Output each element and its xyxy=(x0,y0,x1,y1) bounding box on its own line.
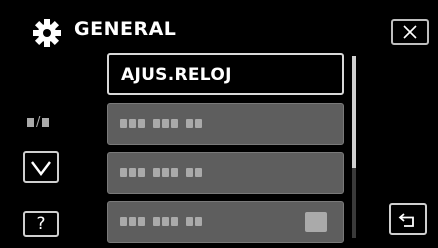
menu-item[interactable] xyxy=(107,152,344,194)
menu-screen: GENERAL AJUS.RELOJ / ? xyxy=(0,0,438,248)
obscured-label xyxy=(120,217,204,226)
menu-item[interactable] xyxy=(107,201,344,243)
scroll-down-button[interactable] xyxy=(23,151,59,183)
return-button[interactable] xyxy=(389,203,427,235)
menu-item-label: AJUS.RELOJ xyxy=(121,65,232,85)
obscured-label xyxy=(120,168,204,177)
scrollbar-thumb[interactable] xyxy=(352,56,356,168)
menu-item[interactable] xyxy=(107,103,344,145)
chevron-down-icon xyxy=(31,161,51,176)
page-indicator: / xyxy=(27,116,50,129)
header: GENERAL xyxy=(0,0,438,52)
gear-icon xyxy=(33,19,61,47)
page-title: GENERAL xyxy=(74,18,177,40)
obscured-label xyxy=(120,119,204,128)
close-button[interactable] xyxy=(391,19,429,45)
help-button[interactable]: ? xyxy=(23,211,59,237)
return-icon xyxy=(398,213,414,227)
close-icon xyxy=(403,25,417,39)
item-status-icon xyxy=(305,212,327,232)
menu-item-ajus-reloj[interactable]: AJUS.RELOJ xyxy=(107,53,344,95)
